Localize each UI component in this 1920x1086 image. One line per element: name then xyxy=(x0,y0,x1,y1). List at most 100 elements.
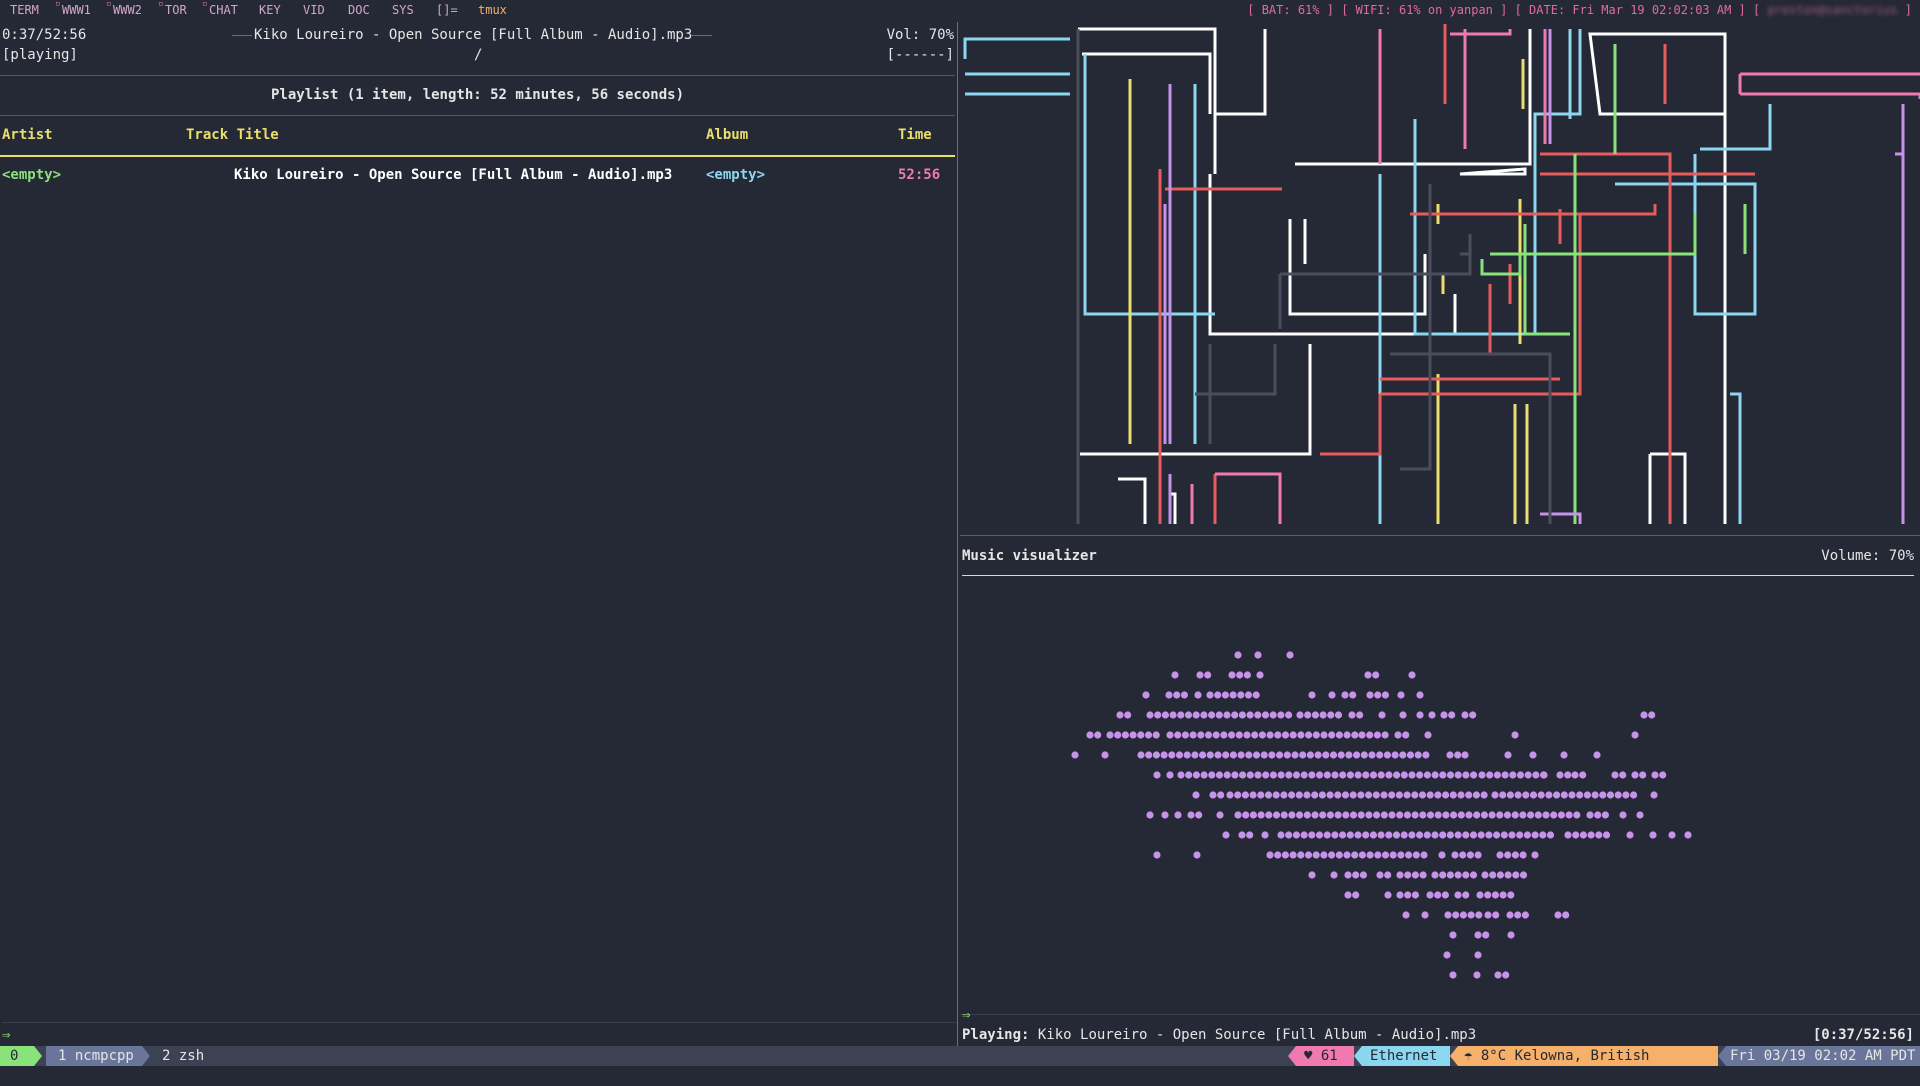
visualizer-dot xyxy=(1507,891,1515,899)
workspace-5[interactable]: KEY xyxy=(259,3,281,17)
visualizer-dot xyxy=(1359,871,1367,879)
visualizer-dot xyxy=(1442,791,1450,799)
column-artist[interactable]: Artist xyxy=(2,127,53,143)
workspace-10[interactable]: tmux xyxy=(478,3,507,17)
visualizer-dot xyxy=(1474,951,1482,959)
playing-title: Kiko Loureiro - Open Source [Full Album … xyxy=(1037,1027,1477,1043)
visualizer-dot xyxy=(1319,711,1327,719)
visualizer-dot xyxy=(1223,771,1231,779)
visualizer-dot xyxy=(1572,831,1580,839)
visualizer-dot xyxy=(1531,831,1539,839)
visualizer-dot xyxy=(1405,851,1413,859)
visualizer-dot xyxy=(1345,751,1353,759)
visualizer-dot xyxy=(1285,711,1293,719)
weather-segment: ☂ 8°C Kelowna, British Columbia xyxy=(1458,1046,1718,1084)
visualizer-dot xyxy=(1449,791,1457,799)
visualizer-dot xyxy=(1200,771,1208,779)
visualizer-dot xyxy=(1606,791,1615,799)
visualizer-dot xyxy=(1441,891,1449,899)
workspace-4[interactable]: ▫ CHAT xyxy=(202,0,238,17)
visualizer-dot xyxy=(1237,691,1245,699)
tmux-window-1[interactable]: 1 ncmpcpp xyxy=(46,1046,142,1066)
workspace-0[interactable]: TERM xyxy=(10,3,39,17)
visualizer-dot xyxy=(1160,751,1168,759)
visualizer-dot xyxy=(1411,871,1419,879)
visualizer-dot xyxy=(1362,771,1370,779)
visualizer-dot xyxy=(1217,791,1225,799)
visualizer-line xyxy=(1895,104,1905,156)
visualizer-dot xyxy=(1529,791,1538,799)
visualizer-dot xyxy=(1496,871,1504,879)
visualizer-dot xyxy=(1252,691,1260,699)
visualizer-dot xyxy=(1476,891,1484,899)
visualizer-dot xyxy=(1252,751,1261,759)
visualizer-dot xyxy=(1459,851,1467,859)
visualizer-dot xyxy=(1261,711,1270,719)
workspace-3[interactable]: ▫ TOR xyxy=(158,0,187,17)
tmux-datetime: Fri 03/19 02:02 AM PDT xyxy=(1726,1046,1920,1066)
playlist-separator xyxy=(0,115,955,116)
workspace-8[interactable]: SYS xyxy=(392,3,414,17)
ncmpcpp-pane[interactable]: 0:37/52:56 [playing] Kiko Loureiro - Ope… xyxy=(0,22,957,1043)
volume-bar[interactable]: [------] xyxy=(887,47,954,63)
visualizer-dot xyxy=(1537,791,1545,799)
column-track-title[interactable]: Track Title xyxy=(186,127,279,143)
visualizer-dot xyxy=(1514,791,1522,799)
title-rule-right xyxy=(692,35,712,36)
visualizer-dot xyxy=(1639,771,1647,779)
visualizer-dot xyxy=(1553,791,1561,799)
visualizer-dot xyxy=(1183,751,1191,759)
visualizer-dot xyxy=(1266,851,1274,859)
visualizer-dot xyxy=(1378,711,1386,719)
workspace-9[interactable]: []= xyxy=(436,3,458,17)
visualizer-dot xyxy=(1303,791,1311,799)
visualizer-dot xyxy=(1454,751,1462,759)
visualizer-volume: Volume: 70% xyxy=(1821,548,1914,564)
workspace-label: TERM xyxy=(10,3,39,17)
column-time[interactable]: Time xyxy=(898,127,932,143)
visualizer-dot xyxy=(1396,811,1404,819)
visualizer-dot xyxy=(1475,911,1483,919)
visualizer-dot xyxy=(1576,791,1584,799)
visualizer-dot xyxy=(1404,891,1412,899)
visualizer-dot xyxy=(1145,751,1153,759)
visualizer-dot xyxy=(1349,791,1357,799)
visualizer-line xyxy=(1660,214,1697,256)
network-arrow xyxy=(1354,1046,1362,1066)
workspace-marker-icon: ▫ xyxy=(202,0,208,9)
column-album[interactable]: Album xyxy=(706,127,748,143)
visualizer-dot xyxy=(1527,811,1535,819)
visualizer-dot xyxy=(1153,771,1161,779)
tmux-window-2[interactable]: 2 zsh xyxy=(162,1046,204,1066)
visualizer-dot xyxy=(1286,651,1294,659)
visualizer-dot xyxy=(1071,751,1079,759)
visualizer-dot xyxy=(1419,871,1427,879)
visualizer-dot xyxy=(1295,791,1303,799)
visualizer-dot xyxy=(1187,811,1195,819)
visualizer-dot xyxy=(1426,891,1434,899)
workspace-7[interactable]: DOC xyxy=(348,3,370,17)
workspace-1[interactable]: ▫ WWW1 xyxy=(55,0,91,17)
visualizer-dot xyxy=(1508,831,1516,839)
workspace-label: TOR xyxy=(165,3,187,17)
visualizer-dot xyxy=(1411,891,1419,899)
visualizer-dot xyxy=(1245,751,1253,759)
tmux-session[interactable]: 0 xyxy=(0,1046,34,1066)
visualizer-dot xyxy=(1174,811,1182,819)
visualizer-dot xyxy=(1381,691,1389,699)
visualizer-dot xyxy=(1354,831,1362,839)
visualizer-dot xyxy=(1492,911,1500,919)
visualizer-dot xyxy=(1399,711,1407,719)
workspace-6[interactable]: VID xyxy=(303,3,325,17)
visualizer-dot xyxy=(1373,811,1381,819)
visualizer-dot xyxy=(1377,771,1385,779)
visualizer-dot xyxy=(1462,771,1470,779)
visualizer-dot xyxy=(1214,751,1222,759)
visualizer-dot xyxy=(1400,771,1408,779)
visualizer-dot xyxy=(1383,751,1391,759)
visualizer-dot xyxy=(1449,971,1457,979)
visualizer-dot xyxy=(1358,731,1366,739)
workspace-2[interactable]: ▫ WWW2 xyxy=(106,0,142,17)
pane-divider[interactable] xyxy=(957,22,958,1046)
visualizer-dot xyxy=(1491,891,1499,899)
